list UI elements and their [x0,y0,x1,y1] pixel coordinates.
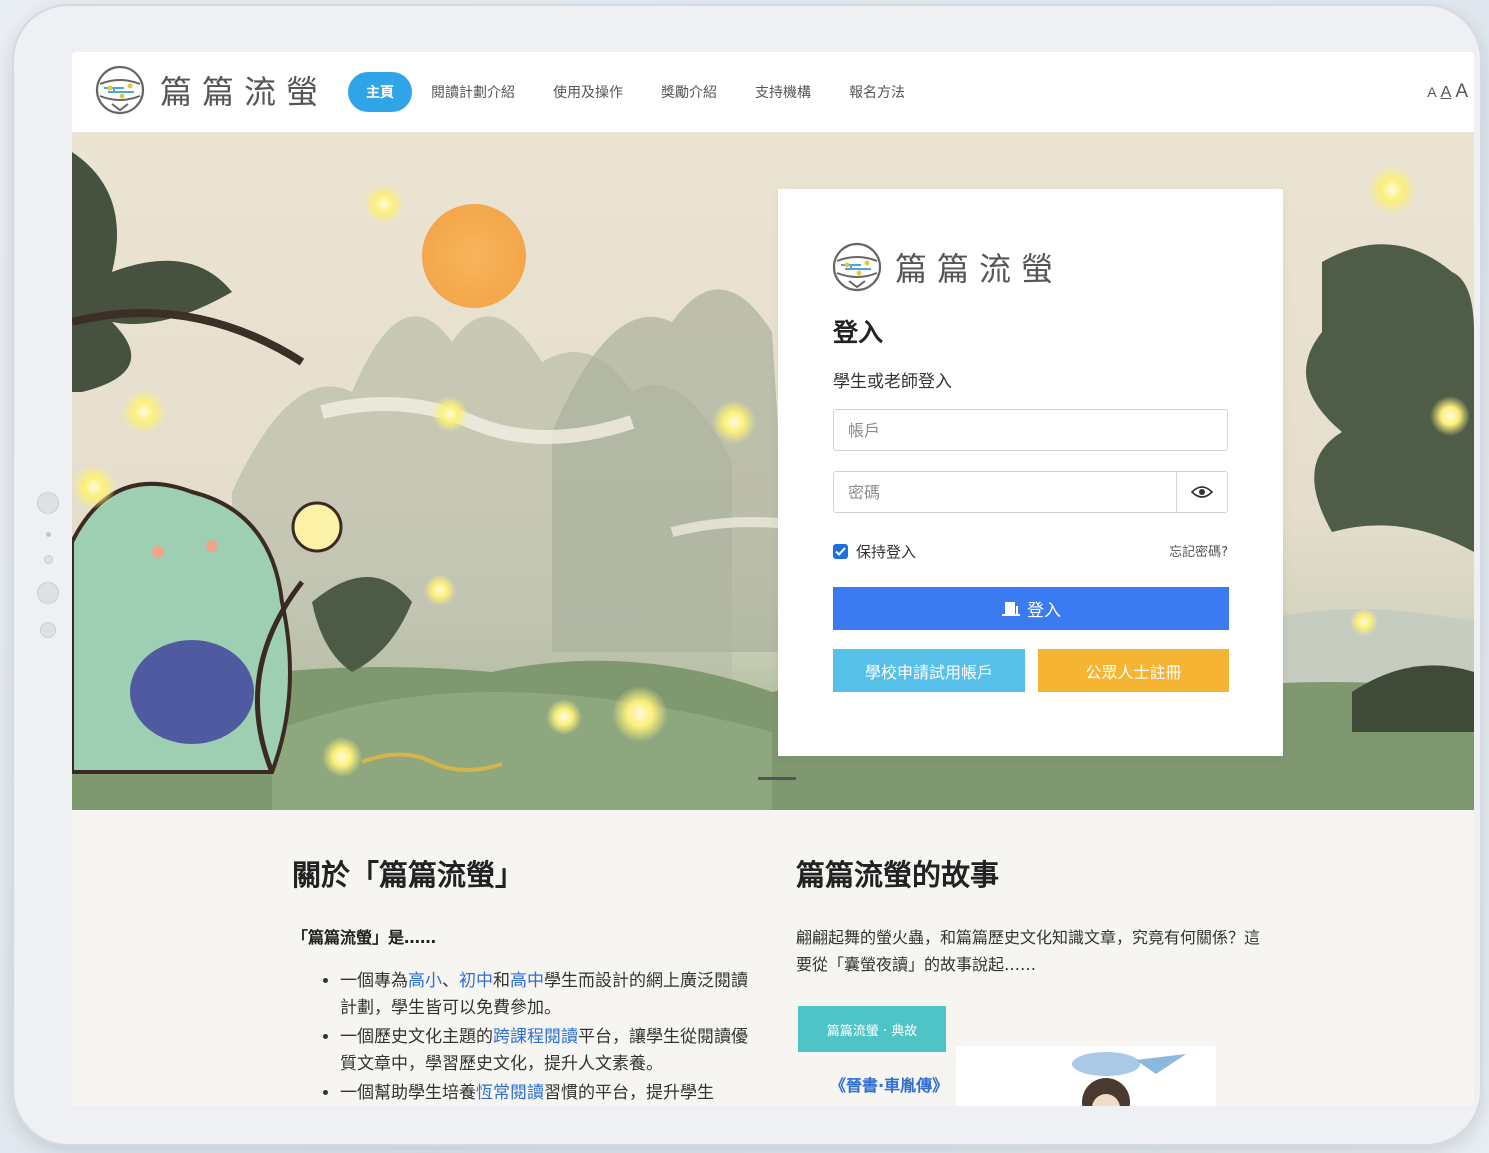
login-logo: 篇篇流螢 [831,241,1063,293]
story-text: 翩翩起舞的螢火蟲，和篇篇歷史文化知識文章，究竟有何關係？這要從「囊螢夜讀」的故事… [796,928,1261,974]
font-size-controls: A A A [1423,81,1468,103]
forgot-password-link[interactable]: 忘記密碼? [1169,541,1228,560]
main-nav: 主頁 閱讀計劃介紹 使用及操作 獎勵介紹 支持機構 報名方法 [348,72,924,112]
login-card: 篇篇流螢 登入 學生或老師登入 保持登入 [778,189,1283,756]
account-input[interactable] [834,410,1227,450]
public-register-button[interactable]: 公眾人士註冊 [1038,649,1229,692]
firefly-logo-icon [95,65,145,115]
remember-label: 保持登入 [856,543,917,561]
account-field [833,409,1228,451]
nav-reading-plan[interactable]: 閱讀計劃介紹 [412,72,534,112]
school-trial-account-button[interactable]: 學校申請試用帳戶 [833,649,1025,692]
nav-home[interactable]: 主頁 [348,72,412,112]
highlight-link[interactable]: 高小 [408,971,442,991]
story-section: 篇篇流螢的故事 翩翩起舞的螢火蟲，和篇篇歷史文化知識文章，究竟有何關係？這要從「… [796,852,1266,1106]
highlight-link[interactable]: 跨課程閱讀 [493,1027,578,1047]
book-title[interactable]: 《晉書·車胤傳》 [830,1072,948,1096]
password-input[interactable] [834,472,1179,512]
remember-checkbox[interactable] [833,544,848,559]
tablet-side-controls [34,492,62,656]
nav-rewards[interactable]: 獎勵介紹 [642,72,736,112]
eye-icon [1191,486,1213,498]
browser-screen: 篇篇流螢 主頁 閱讀計劃介紹 使用及操作 獎勵介紹 支持機構 報名方法 A A … [72,52,1474,1106]
font-size-small-button[interactable]: A [1427,84,1436,100]
login-subtitle: 學生或老師登入 [833,372,952,392]
story-tag[interactable]: 篇篇流螢 · 典故 [798,1006,946,1052]
brand-name: 篇篇流螢 [160,73,329,111]
checkmark-icon [835,547,846,556]
show-password-toggle[interactable] [1176,472,1227,512]
nav-registration[interactable]: 報名方法 [830,72,924,112]
carousel-indicator[interactable] [758,777,796,780]
site-header: 篇篇流螢 主頁 閱讀計劃介紹 使用及操作 獎勵介紹 支持機構 報名方法 A A … [72,52,1474,132]
list-item: 一個專為高小、初中和高中學生而設計的網上廣泛閱讀計劃，學生皆可以免費參加。 [340,968,762,1022]
font-size-large-button[interactable]: A [1455,81,1468,103]
site-logo[interactable]: 篇篇流螢 [94,64,328,116]
nav-supporters[interactable]: 支持機構 [736,72,830,112]
about-title: 關於「篇篇流螢」 [292,858,525,892]
password-field [833,471,1228,513]
highlight-link[interactable]: 高中 [510,971,544,991]
nav-usage[interactable]: 使用及操作 [534,72,642,112]
login-brand-name: 篇篇流螢 [895,250,1064,288]
list-item: 一個歷史文化主題的跨課程閱讀平台，讓學生從閱讀優質文章中，學習歷史文化，提升人文… [340,1024,762,1078]
list-item: 一個幫助學生培養恆常閱讀習慣的平台，提升學生 [340,1080,762,1106]
highlight-link[interactable]: 初中 [459,971,493,991]
remember-me[interactable]: 保持登入 [833,541,916,562]
about-lead: 「篇篇流螢」是…… [292,928,437,947]
character-illustration [1072,1052,1186,1106]
about-section: 關於「篇篇流螢」 「篇篇流螢」是…… 一個專為高小、初中和高中學生而設計的網上廣… [292,852,762,1106]
story-illustration [956,1046,1216,1106]
firefly-logo-icon [832,242,882,292]
about-list: 一個專為高小、初中和高中學生而設計的網上廣泛閱讀計劃，學生皆可以免費參加。 一個… [292,968,762,1106]
font-size-medium-button[interactable]: A [1441,84,1452,102]
login-title: 登入 [833,318,884,347]
door-enter-icon [1002,601,1020,616]
tablet-frame: 篇篇流螢 主頁 閱讀計劃介紹 使用及操作 獎勵介紹 支持機構 報名方法 A A … [12,4,1482,1146]
login-button[interactable]: 登入 [833,587,1229,630]
highlight-link[interactable]: 恆常閱讀 [476,1083,544,1103]
login-button-label: 登入 [1027,601,1061,621]
story-title: 篇篇流螢的故事 [796,858,1000,892]
